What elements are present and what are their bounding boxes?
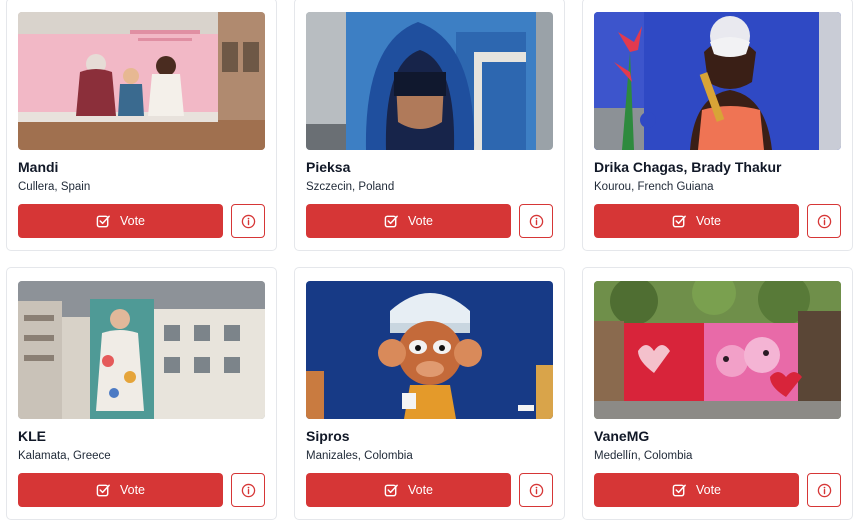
info-button[interactable] — [519, 473, 553, 507]
mural-card: Sipros Manizales, Colombia Vote — [294, 267, 565, 520]
artist-name: VaneMG — [594, 428, 650, 444]
vote-button[interactable]: Vote — [594, 204, 799, 238]
info-circle-icon — [241, 483, 255, 497]
vote-button[interactable]: Vote — [306, 473, 511, 507]
info-button[interactable] — [231, 204, 265, 238]
mural-image[interactable] — [306, 281, 553, 419]
mural-picture — [306, 281, 553, 419]
mural-picture — [18, 281, 265, 419]
mural-location: Kalamata, Greece — [18, 450, 111, 462]
info-button[interactable] — [519, 204, 553, 238]
mural-picture — [18, 12, 265, 150]
mural-location: Cullera, Spain — [18, 181, 91, 193]
mural-grid: Mandi Cullera, Spain Vote Pieksa Szczeci… — [6, 0, 853, 526]
mural-picture — [306, 12, 553, 150]
mural-card: Mandi Cullera, Spain Vote — [6, 0, 277, 251]
mural-card: Drika Chagas, Brady Thakur Kourou, Frenc… — [582, 0, 853, 251]
checkbox-check-icon — [96, 215, 110, 227]
vote-label: Vote — [119, 214, 146, 228]
artist-name: Drika Chagas, Brady Thakur — [594, 159, 782, 175]
info-circle-icon — [529, 214, 543, 228]
info-circle-icon — [241, 214, 255, 228]
mural-card: Pieksa Szczecin, Poland Vote — [294, 0, 565, 251]
artist-name: Pieksa — [306, 159, 351, 175]
vote-label: Vote — [407, 214, 434, 228]
info-button[interactable] — [807, 204, 841, 238]
info-circle-icon — [529, 483, 543, 497]
mural-location: Kourou, French Guiana — [594, 181, 714, 193]
vote-label: Vote — [695, 483, 722, 497]
mural-card: VaneMG Medellín, Colombia Vote — [582, 267, 853, 520]
mural-image[interactable] — [594, 12, 841, 150]
mural-image[interactable] — [594, 281, 841, 419]
info-circle-icon — [817, 483, 831, 497]
info-button[interactable] — [807, 473, 841, 507]
checkbox-check-icon — [384, 215, 398, 227]
mural-image[interactable] — [18, 281, 265, 419]
vote-button[interactable]: Vote — [18, 204, 223, 238]
mural-location: Medellín, Colombia — [594, 450, 693, 462]
mural-image[interactable] — [18, 12, 265, 150]
vote-label: Vote — [695, 214, 722, 228]
artist-name: Sipros — [306, 428, 350, 444]
vote-label: Vote — [407, 483, 434, 497]
info-button[interactable] — [231, 473, 265, 507]
artist-name: KLE — [18, 428, 46, 444]
checkbox-check-icon — [672, 215, 686, 227]
vote-button[interactable]: Vote — [594, 473, 799, 507]
mural-picture — [594, 281, 841, 419]
mural-image[interactable] — [306, 12, 553, 150]
checkbox-check-icon — [384, 484, 398, 496]
info-circle-icon — [817, 214, 831, 228]
mural-picture — [594, 12, 841, 150]
artist-name: Mandi — [18, 159, 59, 175]
mural-location: Szczecin, Poland — [306, 181, 395, 193]
mural-card: KLE Kalamata, Greece Vote — [6, 267, 277, 520]
checkbox-check-icon — [672, 484, 686, 496]
vote-button[interactable]: Vote — [306, 204, 511, 238]
mural-location: Manizales, Colombia — [306, 450, 413, 462]
checkbox-check-icon — [96, 484, 110, 496]
vote-button[interactable]: Vote — [18, 473, 223, 507]
vote-label: Vote — [119, 483, 146, 497]
